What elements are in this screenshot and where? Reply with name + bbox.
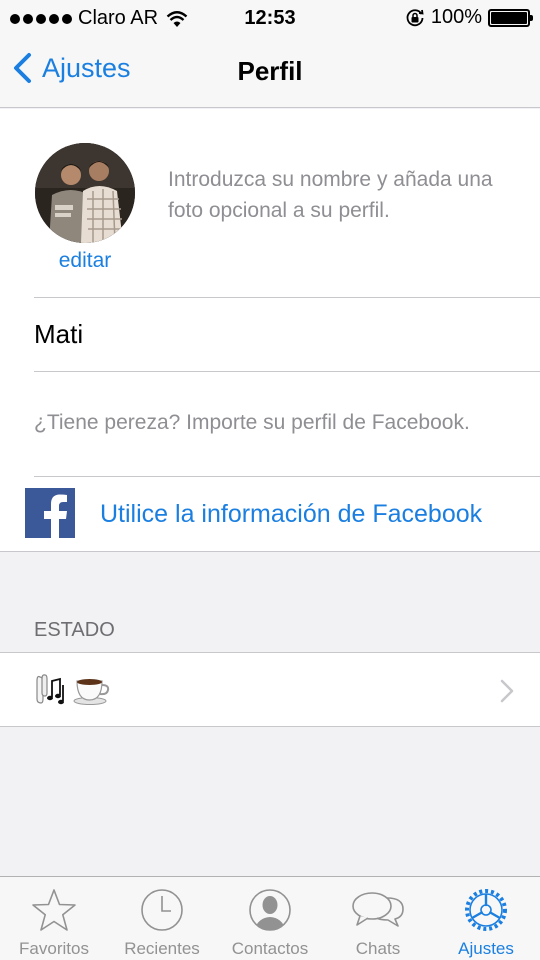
battery-icon [488, 8, 533, 27]
gear-icon [465, 889, 507, 931]
tab-label: Chats [355, 939, 401, 958]
clock-icon [141, 889, 183, 931]
divider [34, 297, 540, 298]
profile-photo [35, 143, 135, 243]
tab-label: Contactos [231, 939, 309, 958]
tab-label: Ajustes [458, 939, 514, 958]
status-value [34, 671, 110, 707]
facebook-import-hint: ¿Tiene pereza? Importe su perfil de Face… [34, 411, 470, 434]
carrier-name: Claro AR [78, 7, 159, 29]
chevron-right-icon [500, 679, 514, 703]
earphones-icon [36, 674, 64, 705]
back-button[interactable]: Ajustes [12, 52, 131, 84]
tab-bar: Favoritos Recientes Contactos Chats Ajus… [0, 876, 540, 960]
star-icon [32, 889, 76, 931]
wifi-icon [166, 10, 188, 27]
avatar[interactable] [35, 143, 135, 243]
tab-chats[interactable]: Chats [324, 877, 432, 960]
name-field[interactable] [34, 299, 524, 369]
facebook-icon [25, 488, 75, 538]
tab-ajustes[interactable]: Ajustes [432, 877, 540, 960]
back-button-label: Ajustes [42, 52, 131, 83]
tab-favoritos[interactable]: Favoritos [0, 877, 108, 960]
tab-recientes[interactable]: Recientes [108, 877, 216, 960]
coffee-icon [73, 679, 110, 705]
chat-bubbles-icon [352, 892, 404, 927]
signal-strength-icon [10, 13, 72, 24]
tab-label: Recientes [124, 939, 200, 958]
tab-label: Favoritos [19, 939, 89, 958]
tab-contactos[interactable]: Contactos [216, 877, 324, 960]
status-bar-right: 100% [405, 6, 533, 29]
use-facebook-info-label: Utilice la información de Facebook [100, 500, 483, 528]
divider [34, 371, 540, 372]
battery-percentage: 100% [430, 6, 482, 28]
profile-section: editar Introduzca su nombre y añada una … [0, 109, 540, 552]
status-bar: Claro AR 12:53 100% [0, 0, 540, 36]
status-bar-left: Claro AR [10, 7, 188, 30]
chevron-left-icon [14, 53, 31, 83]
navigation-bar: Ajustes Perfil [0, 36, 540, 108]
rotation-lock-icon [406, 8, 424, 26]
status-section-header: ESTADO [34, 619, 115, 641]
edit-photo-link[interactable]: editar [35, 249, 135, 273]
status-row[interactable] [0, 652, 540, 727]
use-facebook-info-button[interactable]: Utilice la información de Facebook [0, 477, 540, 551]
contact-icon [249, 889, 291, 931]
profile-hint: Introduzca su nombre y añada una foto op… [168, 168, 493, 222]
